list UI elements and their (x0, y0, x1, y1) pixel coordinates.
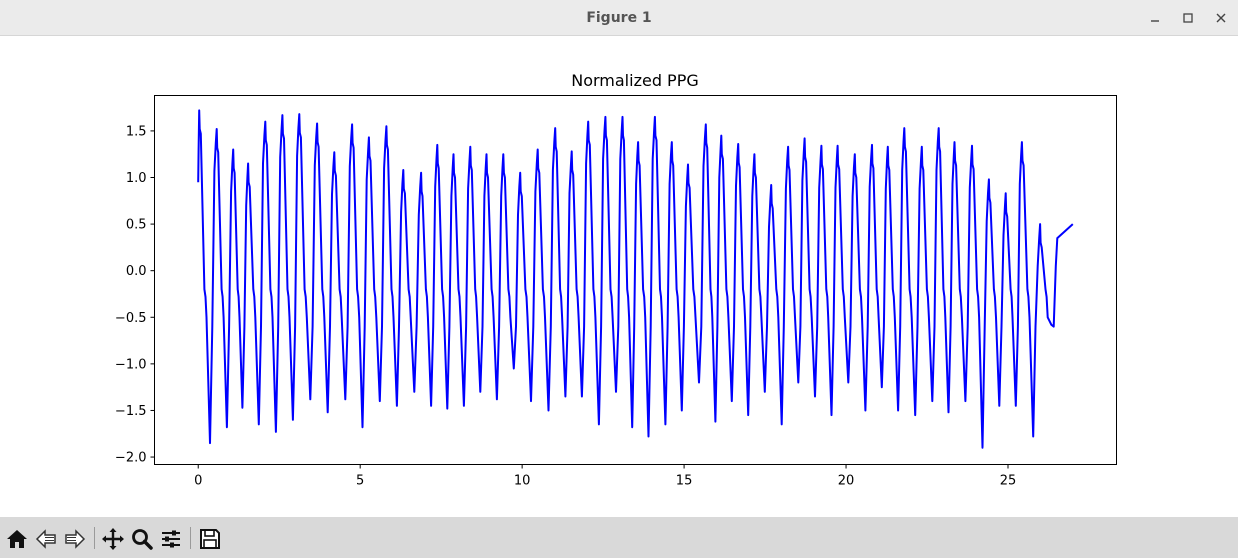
x-tick-label: 15 (676, 474, 693, 489)
home-button[interactable] (4, 526, 30, 552)
figure-canvas[interactable]: Normalized PPG 0 5 10 15 20 25 −2.0 −1.5 −1.0 −0… (0, 37, 1238, 516)
x-tick-label: 5 (356, 474, 364, 489)
pan-icon (102, 528, 124, 550)
minimize-icon (1151, 20, 1159, 22)
y-tick-label: 0.5 (126, 218, 147, 233)
back-icon (35, 529, 56, 549)
y-tick-label: 0.0 (126, 264, 147, 279)
y-tick-label: −0.5 (115, 311, 147, 326)
y-tick-label: −2.0 (115, 451, 147, 466)
maximize-icon (1183, 13, 1193, 23)
chart: Normalized PPG 0 5 10 15 20 25 −2.0 −1.5 −1.0 −0… (115, 71, 1117, 489)
ppg-line (197, 109, 1074, 449)
y-tick-label: −1.5 (115, 404, 147, 419)
figure-window: Figure 1 Normalized PPG 0 5 10 15 20 25 −2.0−… (0, 0, 1238, 558)
toolbar-separator (190, 527, 191, 549)
save-icon (200, 529, 220, 549)
y-tick-label: −1.0 (115, 357, 147, 372)
save-button[interactable] (197, 526, 223, 552)
minimize-button[interactable] (1143, 6, 1167, 30)
configure-subplots-icon (162, 530, 180, 548)
x-tick-label: 20 (838, 474, 855, 489)
zoom-icon (132, 529, 153, 550)
forward-icon (65, 529, 86, 549)
toolbar-separator (94, 527, 95, 549)
x-tick-label: 10 (514, 474, 531, 489)
chart-title: Normalized PPG (571, 71, 699, 90)
back-button[interactable] (33, 526, 59, 552)
forward-button[interactable] (62, 526, 88, 552)
window-title: Figure 1 (586, 10, 652, 26)
zoom-button[interactable] (129, 526, 155, 552)
pan-button[interactable] (100, 526, 126, 552)
x-tick-label: 0 (194, 474, 202, 489)
close-icon (1216, 13, 1226, 23)
title-bar: Figure 1 (0, 0, 1238, 36)
configure-subplots-button[interactable] (158, 526, 184, 552)
close-button[interactable] (1209, 6, 1233, 30)
y-tick-label: 1.5 (126, 124, 147, 139)
maximize-button[interactable] (1176, 6, 1200, 30)
plot-area (197, 109, 1074, 449)
y-axis: −2.0 −1.5 −1.0 −0.5 0.0 0.5 1.0 1.5 (115, 124, 155, 466)
home-icon (7, 530, 27, 548)
navigation-toolbar (0, 517, 1238, 558)
x-tick-label: 25 (1000, 474, 1017, 489)
x-axis: 0 5 10 15 20 25 (194, 464, 1017, 489)
y-tick-label: 1.0 (126, 171, 147, 186)
